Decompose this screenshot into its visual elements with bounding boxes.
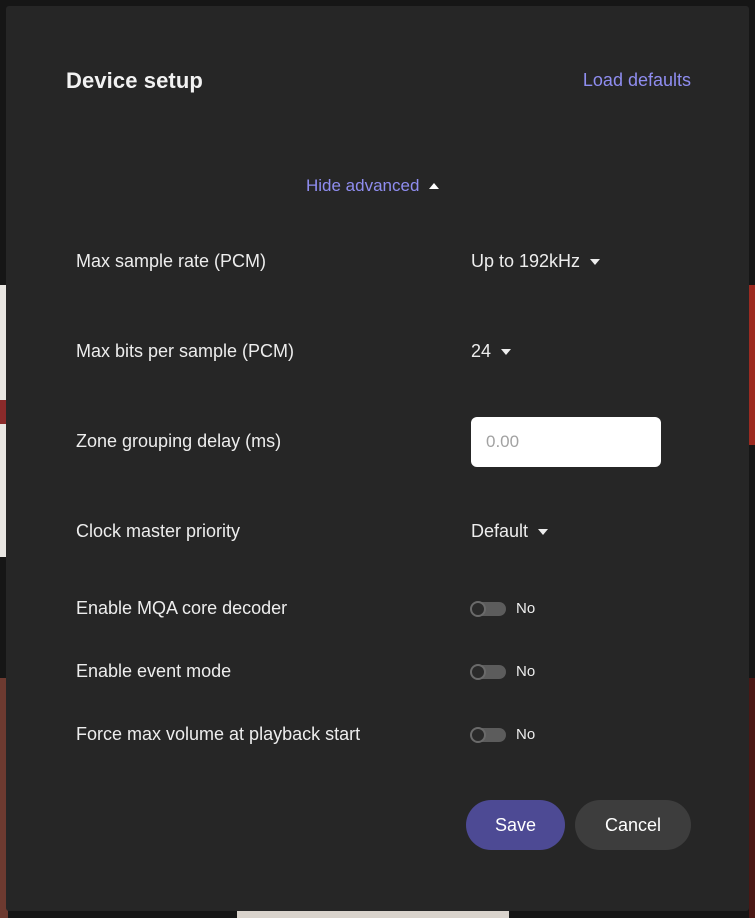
max-bits-label: Max bits per sample (PCM) [76,341,295,361]
toggle-switch [470,726,506,743]
max-bits-select[interactable]: 24 [471,341,512,362]
event-mode-label: Enable event mode [76,661,232,681]
toggle-switch [470,600,506,617]
clock-master-value: Default [471,521,529,541]
max-bits-value: 24 [471,341,492,361]
hide-advanced-label: Hide advanced [306,176,420,195]
clock-master-select[interactable]: Default [471,521,549,542]
event-mode-toggle[interactable]: No [470,663,536,680]
mqa-decoder-label: Enable MQA core decoder [76,598,288,618]
force-max-volume-label: Force max volume at playback start [76,724,361,744]
zone-delay-label: Zone grouping delay (ms) [76,431,282,451]
hide-advanced-toggle[interactable]: Hide advanced [306,176,440,196]
caret-up-icon [429,183,440,189]
toggle-knob [470,663,486,680]
max-sample-rate-value: Up to 192kHz [471,251,581,271]
mqa-decoder-state: No [516,600,536,617]
load-defaults-link[interactable]: Load defaults [583,70,691,91]
device-setup-dialog: Device setup Load defaults Hide advanced… [6,6,749,911]
max-sample-rate-label: Max sample rate (PCM) [76,251,267,271]
toggle-switch [470,663,506,680]
toggle-knob [470,600,486,617]
cancel-button[interactable]: Cancel [575,800,691,850]
caret-down-icon [538,528,549,535]
toggle-knob [470,726,486,743]
dialog-title: Device setup [66,68,203,93]
background-album-art [749,285,755,445]
clock-master-label: Clock master priority [76,521,241,541]
mqa-decoder-toggle[interactable]: No [470,600,536,617]
save-button[interactable]: Save [466,800,565,850]
caret-down-icon [590,258,601,265]
zone-delay-input[interactable] [471,417,661,467]
force-max-volume-toggle[interactable]: No [470,726,536,743]
force-max-volume-state: No [516,726,536,743]
background-album-art [749,678,755,918]
caret-down-icon [501,348,512,355]
max-sample-rate-select[interactable]: Up to 192kHz [471,251,601,272]
event-mode-state: No [516,663,536,680]
